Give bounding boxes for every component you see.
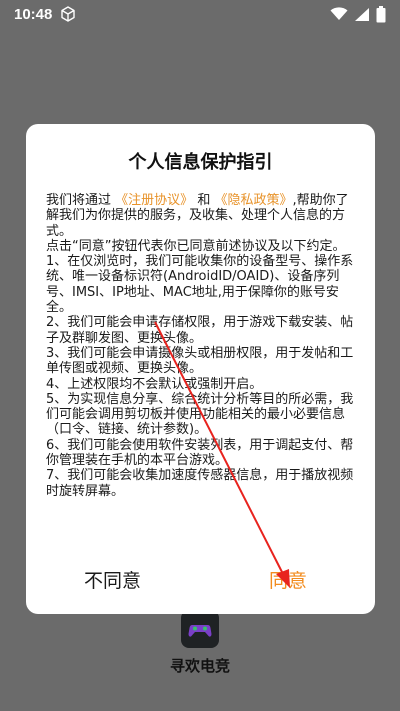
policy-item-1: 1、在仅浏览时，我们可能收集你的设备型号、操作系统、唯一设备标识符(Androi… xyxy=(46,254,354,316)
policy-item-2: 2、我们可能会申请存储权限，用于游戏下载安装、帖子及群聊发图、更换头像。 xyxy=(46,315,354,346)
status-time: 10:48 xyxy=(14,5,53,23)
dialog-body: 我们将通过 《注册协议》 和 《隐私政策》,帮助你了解我们为你提供的服务，及收集… xyxy=(46,193,358,499)
status-icons xyxy=(330,5,386,23)
intro-and: 和 xyxy=(197,193,211,208)
app-name[interactable]: 寻欢电竞 xyxy=(150,655,250,676)
policy-item-3: 3、我们可能会申请摄像头或相册权限，用于发帖和工单传图或视频、更换头像。 xyxy=(46,345,354,377)
privacy-policy-link[interactable]: 《隐私政策》 xyxy=(214,193,292,208)
privacy-dialog: 个人信息保护指引 我们将通过 《注册协议》 和 《隐私政策》,帮助你了解我们为你… xyxy=(26,124,375,614)
app-icon[interactable] xyxy=(181,610,219,648)
status-bar: 10:48 xyxy=(0,0,400,28)
dialog-footer: 不同意 同意 xyxy=(26,564,375,604)
policy-item-5: 5、为实现信息分享、综合统计分析等目的所必需，我们可能会调用剪切板并使用功能相关… xyxy=(46,391,354,438)
dialog-title: 个人信息保护指引 xyxy=(128,152,273,173)
policy-item-6: 6、我们可能会使用软件安装列表，用于调起支付、帮你管理装在手机的本平台游戏。 xyxy=(46,437,354,469)
cube-icon xyxy=(60,6,76,22)
gamepad-icon xyxy=(188,625,212,637)
disagree-button[interactable]: 不同意 xyxy=(84,566,141,593)
wifi-icon xyxy=(330,7,348,21)
signal-icon xyxy=(354,7,370,22)
policy-item-7: 7、我们可能会收集加速度传感器信息，用于播放视频时旋转屏幕。 xyxy=(46,468,354,499)
policy-item-4: 4、上述权限均不会默认或强制开启。 xyxy=(46,376,263,392)
register-agreement-link[interactable]: 《注册协议》 xyxy=(115,193,193,208)
intro-prefix: 我们将通过 xyxy=(46,193,112,208)
agree-hint: 点击“同意”按钮代表你已同意前述协议及以下约定。 xyxy=(46,238,346,254)
battery-icon xyxy=(376,5,386,23)
agree-button[interactable]: 同意 xyxy=(269,566,307,593)
intro-paragraph: 我们将通过 《注册协议》 和 《隐私政策》,帮助你了解我们为你提供的服务，及收集… xyxy=(46,193,358,239)
